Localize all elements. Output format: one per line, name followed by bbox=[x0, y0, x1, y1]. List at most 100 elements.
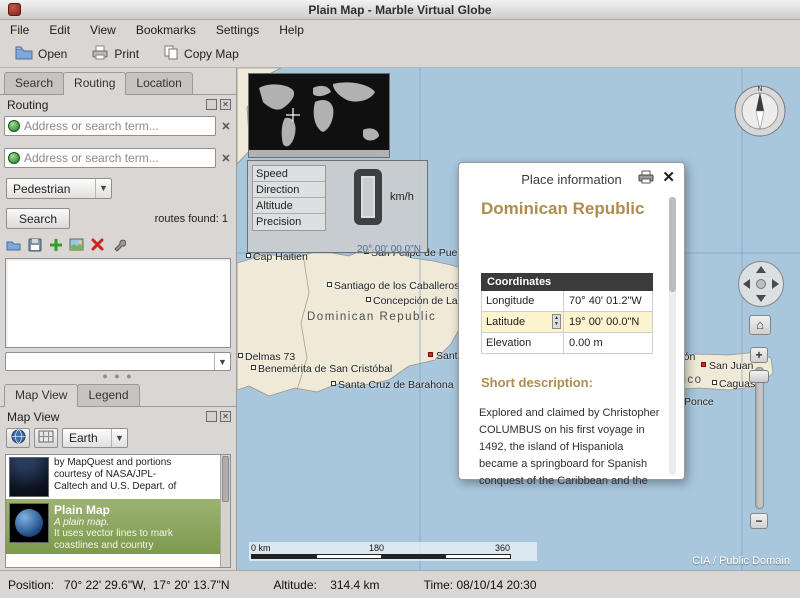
pan-left-arrow-icon[interactable] bbox=[743, 279, 750, 289]
panel-splitter[interactable]: ● ● ● bbox=[0, 373, 236, 381]
route-destination-field[interactable] bbox=[4, 148, 216, 168]
pan-down-arrow-icon[interactable] bbox=[756, 295, 766, 302]
tab-legend[interactable]: Legend bbox=[77, 384, 139, 406]
zoom-out-button[interactable]: − bbox=[750, 513, 768, 529]
list-item-plain-map-theme[interactable]: Plain Map A plain map. It uses vector li… bbox=[6, 499, 230, 554]
tab-routing[interactable]: Routing bbox=[63, 72, 126, 95]
gps-speed-unit: km/h bbox=[390, 191, 414, 203]
route-instructions-list[interactable] bbox=[5, 258, 231, 348]
menu-help[interactable]: Help bbox=[269, 20, 314, 40]
pan-control[interactable] bbox=[738, 261, 784, 307]
zoom-slider-handle[interactable] bbox=[749, 370, 769, 383]
float-panel-icon[interactable] bbox=[206, 99, 217, 110]
menu-bookmarks[interactable]: Bookmarks bbox=[126, 20, 206, 40]
sidebar: Search Routing Location Routing ✕ ✕ bbox=[0, 68, 237, 570]
pan-up-arrow-icon[interactable] bbox=[756, 266, 766, 273]
route-destination-input[interactable] bbox=[24, 149, 213, 167]
route-search-row: Search routes found: 1 bbox=[6, 208, 228, 229]
clear-source-button[interactable]: ✕ bbox=[219, 120, 233, 133]
map-view-panel-title: Map View bbox=[7, 410, 59, 424]
popup-place-name: Dominican Republic bbox=[481, 199, 644, 219]
close-panel-icon[interactable]: ✕ bbox=[220, 411, 231, 422]
export-route-image-button[interactable] bbox=[68, 236, 85, 253]
flat-projection-button[interactable] bbox=[34, 428, 58, 448]
city-marker[interactable] bbox=[327, 282, 332, 287]
open-route-button[interactable] bbox=[5, 236, 22, 253]
tab-search[interactable]: Search bbox=[4, 72, 64, 94]
menu-settings[interactable]: Settings bbox=[206, 20, 269, 40]
routing-profile-select[interactable]: Pedestrian ▼ bbox=[6, 178, 112, 199]
close-icon[interactable]: ✕ bbox=[662, 168, 675, 186]
route-alternative-select[interactable]: ▼ bbox=[5, 352, 231, 371]
routing-panel-header: Routing ✕ bbox=[7, 97, 231, 112]
close-panel-icon[interactable]: ✕ bbox=[220, 99, 231, 110]
globe-projection-button[interactable] bbox=[6, 428, 30, 448]
capital-marker-san-juan[interactable] bbox=[701, 362, 706, 367]
add-via-button[interactable] bbox=[47, 236, 64, 253]
gps-precision-label: Precision bbox=[253, 214, 325, 230]
zoom-slider-track[interactable] bbox=[755, 367, 764, 509]
view-tabbar: Map View Legend bbox=[4, 384, 139, 407]
print-button-label: Print bbox=[114, 47, 139, 61]
clear-route-button[interactable] bbox=[89, 236, 106, 253]
map-attribution: CIA / Public Domain bbox=[692, 555, 790, 567]
place-information-popup[interactable]: Place information ✕ Dominican Republic C… bbox=[458, 162, 685, 480]
route-search-button[interactable]: Search bbox=[6, 208, 70, 229]
copy-map-button-label: Copy Map bbox=[184, 47, 239, 61]
routing-panel-title: Routing bbox=[7, 98, 48, 112]
status-time: Time: 08/10/14 20:30 bbox=[424, 578, 537, 592]
satellite-theme-description: by MapQuest and portions courtesy of NAS… bbox=[54, 457, 176, 497]
city-marker[interactable] bbox=[246, 253, 251, 258]
save-route-button[interactable] bbox=[26, 236, 43, 253]
overview-map[interactable] bbox=[248, 73, 390, 158]
home-button[interactable]: ⌂ bbox=[749, 315, 771, 335]
toolbar: Open Print Copy Map bbox=[0, 40, 800, 68]
map-canvas[interactable]: Cap Haitien San Felipe de Puerto Plata S… bbox=[237, 68, 800, 570]
print-icon[interactable] bbox=[638, 170, 654, 187]
capital-marker-santo-domingo[interactable] bbox=[428, 352, 433, 357]
print-button[interactable]: Print bbox=[82, 42, 148, 66]
scale-start-label: 0 km bbox=[251, 543, 271, 553]
city-marker[interactable] bbox=[331, 381, 336, 386]
celestial-body-select[interactable]: Earth ▼ bbox=[62, 428, 128, 448]
city-marker[interactable] bbox=[251, 365, 256, 370]
tab-map-view[interactable]: Map View bbox=[4, 384, 78, 407]
titlebar[interactable]: Plain Map - Marble Virtual Globe bbox=[0, 0, 800, 20]
latitude-spin-control[interactable]: ▲▼ bbox=[552, 314, 561, 329]
gps-field-list: Speed Direction Altitude Precision bbox=[252, 165, 326, 231]
menu-view[interactable]: View bbox=[80, 20, 126, 40]
city-marker[interactable] bbox=[712, 380, 717, 385]
popup-header: Place information ✕ bbox=[459, 163, 684, 193]
tab-location[interactable]: Location bbox=[125, 72, 192, 94]
copy-map-button[interactable]: Copy Map bbox=[154, 42, 248, 66]
plain-map-theme-name: Plain Map bbox=[54, 503, 173, 517]
zoom-in-button[interactable]: + bbox=[750, 347, 768, 363]
open-button[interactable]: Open bbox=[6, 42, 76, 66]
status-altitude: Altitude: 314.4 km bbox=[274, 578, 380, 592]
pan-center-button[interactable] bbox=[756, 279, 766, 289]
theme-list-scrollbar[interactable] bbox=[220, 455, 230, 567]
scrollbar-thumb[interactable] bbox=[222, 456, 229, 502]
route-source-row: ✕ bbox=[4, 116, 233, 136]
list-item-satellite-theme[interactable]: by MapQuest and portions courtesy of NAS… bbox=[6, 455, 230, 499]
route-settings-wrench-icon[interactable] bbox=[110, 236, 127, 253]
pan-right-arrow-icon[interactable] bbox=[772, 279, 779, 289]
city-marker[interactable] bbox=[238, 353, 243, 358]
route-destination-row: ✕ bbox=[4, 148, 233, 168]
table-row-elevation: Elevation 0.00 m bbox=[481, 333, 653, 354]
city-marker[interactable] bbox=[366, 297, 371, 302]
menu-edit[interactable]: Edit bbox=[39, 20, 80, 40]
clear-destination-button[interactable]: ✕ bbox=[219, 152, 233, 165]
gps-info-widget[interactable]: Speed Direction Altitude Precision km/h bbox=[247, 160, 428, 253]
short-description-header: Short description: bbox=[481, 375, 593, 390]
float-panel-icon[interactable] bbox=[206, 411, 217, 422]
copy-icon bbox=[163, 45, 179, 63]
route-source-field[interactable] bbox=[4, 116, 216, 136]
menubar: File Edit View Bookmarks Settings Help bbox=[0, 20, 800, 40]
popup-scrollbar[interactable] bbox=[669, 197, 676, 475]
route-source-input[interactable] bbox=[24, 117, 213, 135]
scrollbar-thumb[interactable] bbox=[669, 197, 676, 292]
menu-file[interactable]: File bbox=[0, 20, 39, 40]
map-theme-list: by MapQuest and portions courtesy of NAS… bbox=[5, 454, 231, 568]
compass-rose[interactable]: N bbox=[733, 84, 787, 141]
